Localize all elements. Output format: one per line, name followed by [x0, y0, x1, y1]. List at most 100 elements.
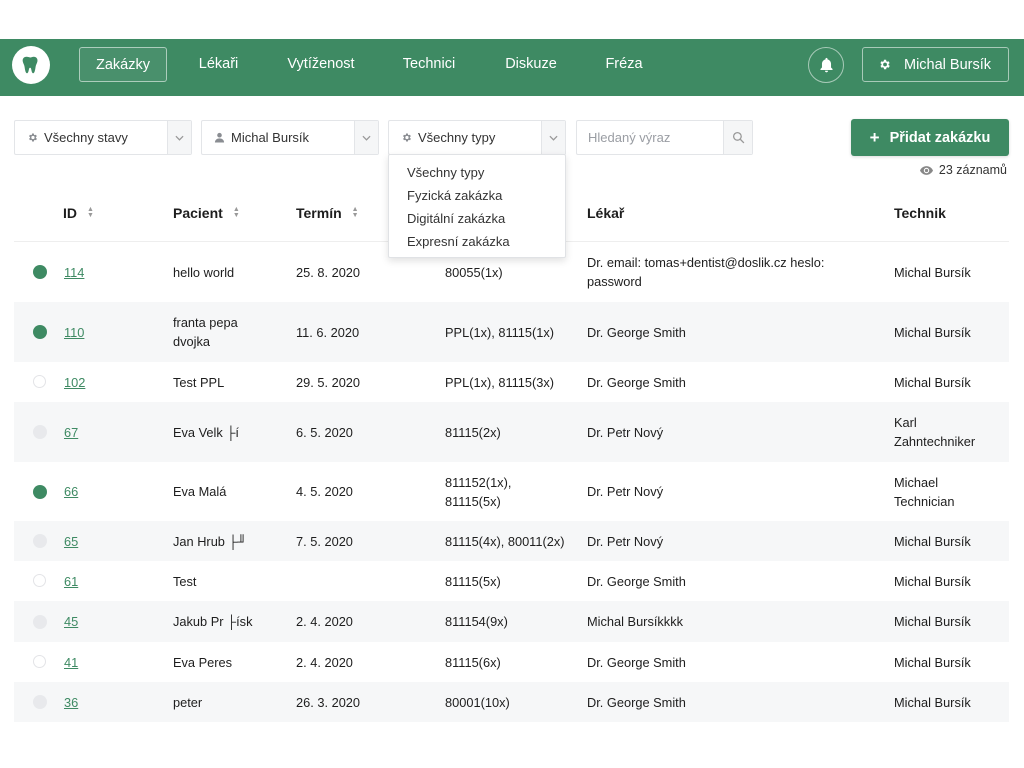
dropdown-option[interactable]: Digitální zakázka [389, 207, 565, 230]
cell-doctor-line: Dr. Petr Nový [587, 533, 664, 549]
cell-id[interactable]: 41 [64, 653, 78, 672]
cell-id[interactable]: 36 [64, 693, 78, 712]
cell-patient-line: Test PPL [173, 374, 225, 390]
column-header-patient-label: Pacient [173, 205, 223, 221]
table-row[interactable]: 41 Eva Peres 2. 4. 2020 81115(6x) Dr. George… [14, 642, 1009, 682]
cell-technician-line: Michal Bursík [894, 573, 971, 589]
cell-date: 11. 6. 2020 [296, 323, 359, 342]
table-row[interactable]: 36 peter 26. 3. 2020 80001(10x) Dr. George S… [14, 682, 1009, 722]
cell-doctor: Dr. George Smith [587, 693, 686, 712]
cell-date-line: 6. 5. 2020 [296, 424, 353, 440]
order-id-link[interactable]: 66 [64, 482, 78, 501]
cell-items-line: 81115(4x), 80011(2x) [445, 533, 565, 549]
cell-items: 81115(2x) [445, 423, 501, 442]
cell-technician-line: Michal Bursík [894, 533, 971, 549]
cell-id[interactable]: 65 [64, 532, 78, 551]
cell-technician-line: Karl [894, 415, 917, 430]
cell-id[interactable]: 102 [64, 373, 85, 392]
nav-item-vytizenost[interactable]: Vytíženost [278, 47, 364, 82]
cell-patient-line: dvojka [173, 334, 210, 349]
cell-items-line: 81115(2x) [445, 424, 501, 440]
cell-doctor-line: Dr. Petr Nový [587, 424, 664, 440]
cell-id[interactable]: 114 [64, 263, 84, 282]
cell-technician-line: Michal Bursík [894, 694, 971, 710]
status-dot-icon [33, 614, 47, 629]
column-header-id-label: ID [63, 205, 77, 221]
cell-date: 26. 3. 2020 [296, 693, 360, 712]
cell-id[interactable]: 61 [64, 572, 78, 591]
order-id-link[interactable]: 110 [64, 323, 84, 342]
cell-patient-line: Jakub Pr ├ísk [173, 614, 253, 629]
nav-item-zakazky[interactable]: Zakázky [79, 47, 167, 82]
type-filter-select[interactable]: Všechny typy [388, 120, 566, 155]
cell-patient-line: Jan Hrub ├╜ [173, 533, 247, 549]
plus-icon: + [869, 127, 880, 147]
cell-technician-line: Michal Bursík [894, 614, 971, 629]
cell-patient: Eva Peres [173, 653, 232, 672]
tooth-icon[interactable] [12, 46, 50, 84]
dropdown-option[interactable]: Všechny typy [389, 161, 565, 184]
table-row[interactable]: 65 Jan Hrub ├╜ 7. 5. 2020 81115(4x), 80011(… [14, 521, 1009, 561]
order-id-link[interactable]: 61 [64, 572, 78, 591]
user-menu-button[interactable]: Michal Bursík [862, 47, 1009, 82]
nav-item-lekari[interactable]: Lékaři [186, 47, 251, 82]
gear-icon [880, 59, 890, 70]
table-row[interactable]: 102 Test PPL 29. 5. 2020 PPL(1x), 81115(3x)… [14, 362, 1009, 402]
cell-date-line: 2. 4. 2020 [296, 614, 353, 629]
add-order-label: Přidat zakázku [889, 129, 991, 146]
cell-items: 81115(5x) [445, 572, 501, 591]
dropdown-option[interactable]: Fyzická zakázka [389, 184, 565, 207]
order-id-link[interactable]: 41 [64, 653, 78, 672]
cell-id[interactable]: 67 [64, 423, 78, 442]
search-button[interactable] [723, 121, 752, 154]
table-row[interactable]: 67 Eva Velk ├í 6. 5. 2020 81115(2x) Dr. Petr… [14, 402, 1009, 462]
status-dot-icon [33, 375, 46, 388]
cell-doctor-line: password [587, 274, 642, 289]
nav-item-diskuze[interactable]: Diskuze [495, 47, 567, 82]
status-filter-select[interactable]: Všechny stavy [14, 120, 192, 155]
column-header-id[interactable]: ID ▲ ▼ [63, 205, 94, 221]
order-id-link[interactable]: 102 [64, 373, 85, 392]
add-order-button[interactable]: + Přidat zakázku [851, 119, 1009, 156]
order-id-link[interactable]: 45 [64, 612, 78, 631]
status-dot-icon [33, 655, 46, 668]
notification-bell-button[interactable] [808, 47, 844, 83]
table-row[interactable]: 66 Eva Malá 4. 5. 2020 811152(1x), 81115(5x)… [14, 462, 1009, 521]
nav-item-freza[interactable]: Fréza [595, 47, 653, 82]
order-id-link[interactable]: 67 [64, 423, 78, 442]
cell-id[interactable]: 66 [64, 482, 78, 501]
cell-date-line: 7. 5. 2020 [296, 533, 353, 549]
table-row[interactable]: 61 Test 81115(5x) Dr. George Smith Michal Bu… [14, 561, 1009, 601]
cell-technician: Michael Technician [894, 473, 954, 511]
dropdown-option[interactable]: Expresní zakázka [389, 230, 565, 253]
eye-icon [919, 165, 933, 175]
type-dropdown-menu: Všechny typy Fyzická zakázka Digitální z… [388, 154, 566, 258]
column-header-technician-label: Technik [894, 205, 946, 221]
doctor-filter-select[interactable]: Michal Bursík [201, 120, 379, 155]
table-row[interactable]: 45 Jakub Pr ├ísk 2. 4. 2020 811154(9x) Micha… [14, 601, 1009, 642]
cell-technician-line: Zahntechniker [894, 434, 976, 449]
search-input[interactable] [577, 121, 725, 154]
table-row[interactable]: 110 franta pepa dvojka 11. 6. 2020 PPL(1x), … [14, 302, 1009, 362]
cell-patient: Test [173, 572, 196, 591]
cell-patient: hello world [173, 263, 234, 282]
cell-doctor-line: Dr. Petr Nový [587, 484, 664, 499]
top-navbar: Zakázky Lékaři Vytíženost Technici Disku… [0, 39, 1024, 96]
chevron-down-icon [167, 121, 191, 154]
cell-technician: Michal Bursík [894, 373, 971, 392]
cell-doctor: Dr. George Smith [587, 572, 686, 591]
cell-date: 29. 5. 2020 [296, 373, 360, 392]
cell-items-line: PPL(1x), 81115(3x) [445, 374, 555, 390]
cell-items-line: 80055(1x) [445, 264, 503, 280]
cell-id[interactable]: 45 [64, 612, 78, 631]
order-id-link[interactable]: 36 [64, 693, 78, 712]
cell-doctor: Dr. George Smith [587, 323, 686, 342]
cell-technician-line: Michal Bursík [894, 264, 971, 280]
column-header-patient[interactable]: Pacient ▲ ▼ [173, 205, 240, 221]
column-header-date[interactable]: Termín ▲ ▼ [296, 205, 359, 221]
cell-items: 80055(1x) [445, 263, 503, 282]
cell-id[interactable]: 110 [64, 323, 84, 342]
order-id-link[interactable]: 65 [64, 532, 78, 551]
order-id-link[interactable]: 114 [64, 263, 84, 282]
nav-item-technici[interactable]: Technici [393, 47, 465, 82]
